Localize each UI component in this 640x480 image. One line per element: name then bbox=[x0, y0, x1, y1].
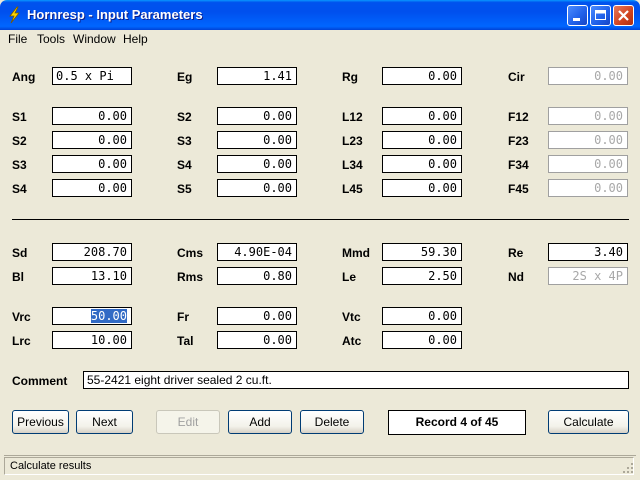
label-bl: Bl bbox=[12, 270, 24, 284]
field-l23[interactable]: 0.00 bbox=[382, 131, 462, 149]
label-f12: F12 bbox=[508, 110, 529, 124]
close-button[interactable] bbox=[613, 5, 634, 26]
field-f45[interactable]: 0.00 bbox=[548, 179, 628, 197]
field-l12[interactable]: 0.00 bbox=[382, 107, 462, 125]
field-s3[interactable]: 0.00 bbox=[52, 155, 132, 173]
window-title: Hornresp - Input Parameters bbox=[27, 7, 203, 22]
minimize-button[interactable] bbox=[567, 5, 588, 26]
label-s3: S3 bbox=[177, 134, 192, 148]
label-s5: S5 bbox=[177, 182, 192, 196]
field-f23[interactable]: 0.00 bbox=[548, 131, 628, 149]
calculate-button[interactable]: Calculate bbox=[548, 410, 629, 434]
label-s4: S4 bbox=[12, 182, 27, 196]
selected-text: 50.00 bbox=[90, 309, 127, 323]
field-vtc[interactable]: 0.00 bbox=[382, 307, 462, 325]
field-s4[interactable]: 0.00 bbox=[52, 179, 132, 197]
label-vtc: Vtc bbox=[342, 310, 361, 324]
edit-button[interactable]: Edit bbox=[156, 410, 220, 434]
field-ang[interactable]: 0.5 x Pi bbox=[52, 67, 132, 85]
resize-grip-icon[interactable] bbox=[622, 462, 634, 474]
label-s1: S1 bbox=[12, 110, 27, 124]
label-nd: Nd bbox=[508, 270, 524, 284]
delete-button[interactable]: Delete bbox=[300, 410, 364, 434]
menu-tools[interactable]: Tools bbox=[37, 32, 65, 46]
field-fr[interactable]: 0.00 bbox=[217, 307, 297, 325]
field-le[interactable]: 2.50 bbox=[382, 267, 462, 285]
label-re: Re bbox=[508, 246, 524, 260]
field-re[interactable]: 3.40 bbox=[548, 243, 628, 261]
close-icon bbox=[618, 10, 629, 21]
label-s2: S2 bbox=[12, 134, 27, 148]
field-nd[interactable]: 2S x 4P bbox=[548, 267, 628, 285]
field-lrc[interactable]: 10.00 bbox=[52, 331, 132, 349]
menu-file[interactable]: File bbox=[8, 32, 27, 46]
status-text: Calculate results bbox=[4, 457, 634, 475]
menu-help[interactable]: Help bbox=[123, 32, 148, 46]
field-rg[interactable]: 0.00 bbox=[382, 67, 462, 85]
field-atc[interactable]: 0.00 bbox=[382, 331, 462, 349]
field-s1[interactable]: 0.00 bbox=[52, 107, 132, 125]
label-le: Le bbox=[342, 270, 357, 284]
add-button[interactable]: Add bbox=[228, 410, 292, 434]
label-ang: Ang bbox=[12, 70, 36, 84]
menu-bar: File Tools Window Help bbox=[4, 30, 636, 48]
previous-button[interactable]: Previous bbox=[12, 410, 69, 434]
label-f23: F23 bbox=[508, 134, 529, 148]
field-rms[interactable]: 0.80 bbox=[217, 267, 297, 285]
comment-field[interactable]: 55-2421 eight driver sealed 2 cu.ft. bbox=[83, 371, 629, 389]
field-l45[interactable]: 0.00 bbox=[382, 179, 462, 197]
label-vrc: Vrc bbox=[12, 310, 31, 324]
field-cir[interactable]: 0.00 bbox=[548, 67, 628, 85]
record-indicator: Record 4 of 45 bbox=[388, 410, 526, 435]
field-sd[interactable]: 208.70 bbox=[52, 243, 132, 261]
field-f12[interactable]: 0.00 bbox=[548, 107, 628, 125]
field-eg[interactable]: 1.41 bbox=[217, 67, 297, 85]
field-cms[interactable]: 4.90E-04 bbox=[217, 243, 297, 261]
label-f34: F34 bbox=[508, 158, 529, 172]
field-bl[interactable]: 13.10 bbox=[52, 267, 132, 285]
label-lrc: Lrc bbox=[12, 334, 31, 348]
label-l12: L12 bbox=[342, 110, 363, 124]
field-s2[interactable]: 0.00 bbox=[52, 131, 132, 149]
label-eg: Eg bbox=[177, 70, 193, 84]
label-cir: Cir bbox=[508, 70, 525, 84]
field-tal[interactable]: 0.00 bbox=[217, 331, 297, 349]
field-mmd[interactable]: 59.30 bbox=[382, 243, 462, 261]
comment-label: Comment bbox=[12, 374, 68, 388]
title-bar[interactable]: Hornresp - Input Parameters bbox=[0, 0, 640, 30]
status-bar: Calculate results bbox=[4, 455, 636, 476]
label-rms: Rms bbox=[177, 270, 204, 284]
field-s2[interactable]: 0.00 bbox=[217, 107, 297, 125]
label-tal: Tal bbox=[177, 334, 194, 348]
label-cms: Cms bbox=[177, 246, 204, 260]
label-s2: S2 bbox=[177, 110, 192, 124]
app-window: Hornresp - Input Parameters File Tools W… bbox=[0, 0, 640, 480]
label-fr: Fr bbox=[177, 310, 189, 324]
input-form: Ang 0.5 x Pi Eg 1.41 Rg 0.00 Cir 0.00 S1 0.00 S2 0.… bbox=[4, 48, 636, 454]
label-f45: F45 bbox=[508, 182, 529, 196]
lightning-icon bbox=[9, 6, 20, 24]
field-s3[interactable]: 0.00 bbox=[217, 131, 297, 149]
label-sd: Sd bbox=[12, 246, 28, 260]
label-l34: L34 bbox=[342, 158, 363, 172]
label-s3: S3 bbox=[12, 158, 27, 172]
label-l45: L45 bbox=[342, 182, 363, 196]
menu-window[interactable]: Window bbox=[73, 32, 116, 46]
field-vrc[interactable]: 50.00 bbox=[52, 307, 132, 325]
label-atc: Atc bbox=[342, 334, 362, 348]
label-s4: S4 bbox=[177, 158, 192, 172]
divider bbox=[12, 219, 629, 220]
field-l34[interactable]: 0.00 bbox=[382, 155, 462, 173]
label-l23: L23 bbox=[342, 134, 363, 148]
maximize-icon bbox=[595, 10, 606, 20]
field-f34[interactable]: 0.00 bbox=[548, 155, 628, 173]
field-s4[interactable]: 0.00 bbox=[217, 155, 297, 173]
minimize-icon bbox=[573, 18, 580, 21]
label-rg: Rg bbox=[342, 70, 358, 84]
field-s5[interactable]: 0.00 bbox=[217, 179, 297, 197]
label-mmd: Mmd bbox=[342, 246, 370, 260]
next-button[interactable]: Next bbox=[76, 410, 133, 434]
maximize-button[interactable] bbox=[590, 5, 611, 26]
